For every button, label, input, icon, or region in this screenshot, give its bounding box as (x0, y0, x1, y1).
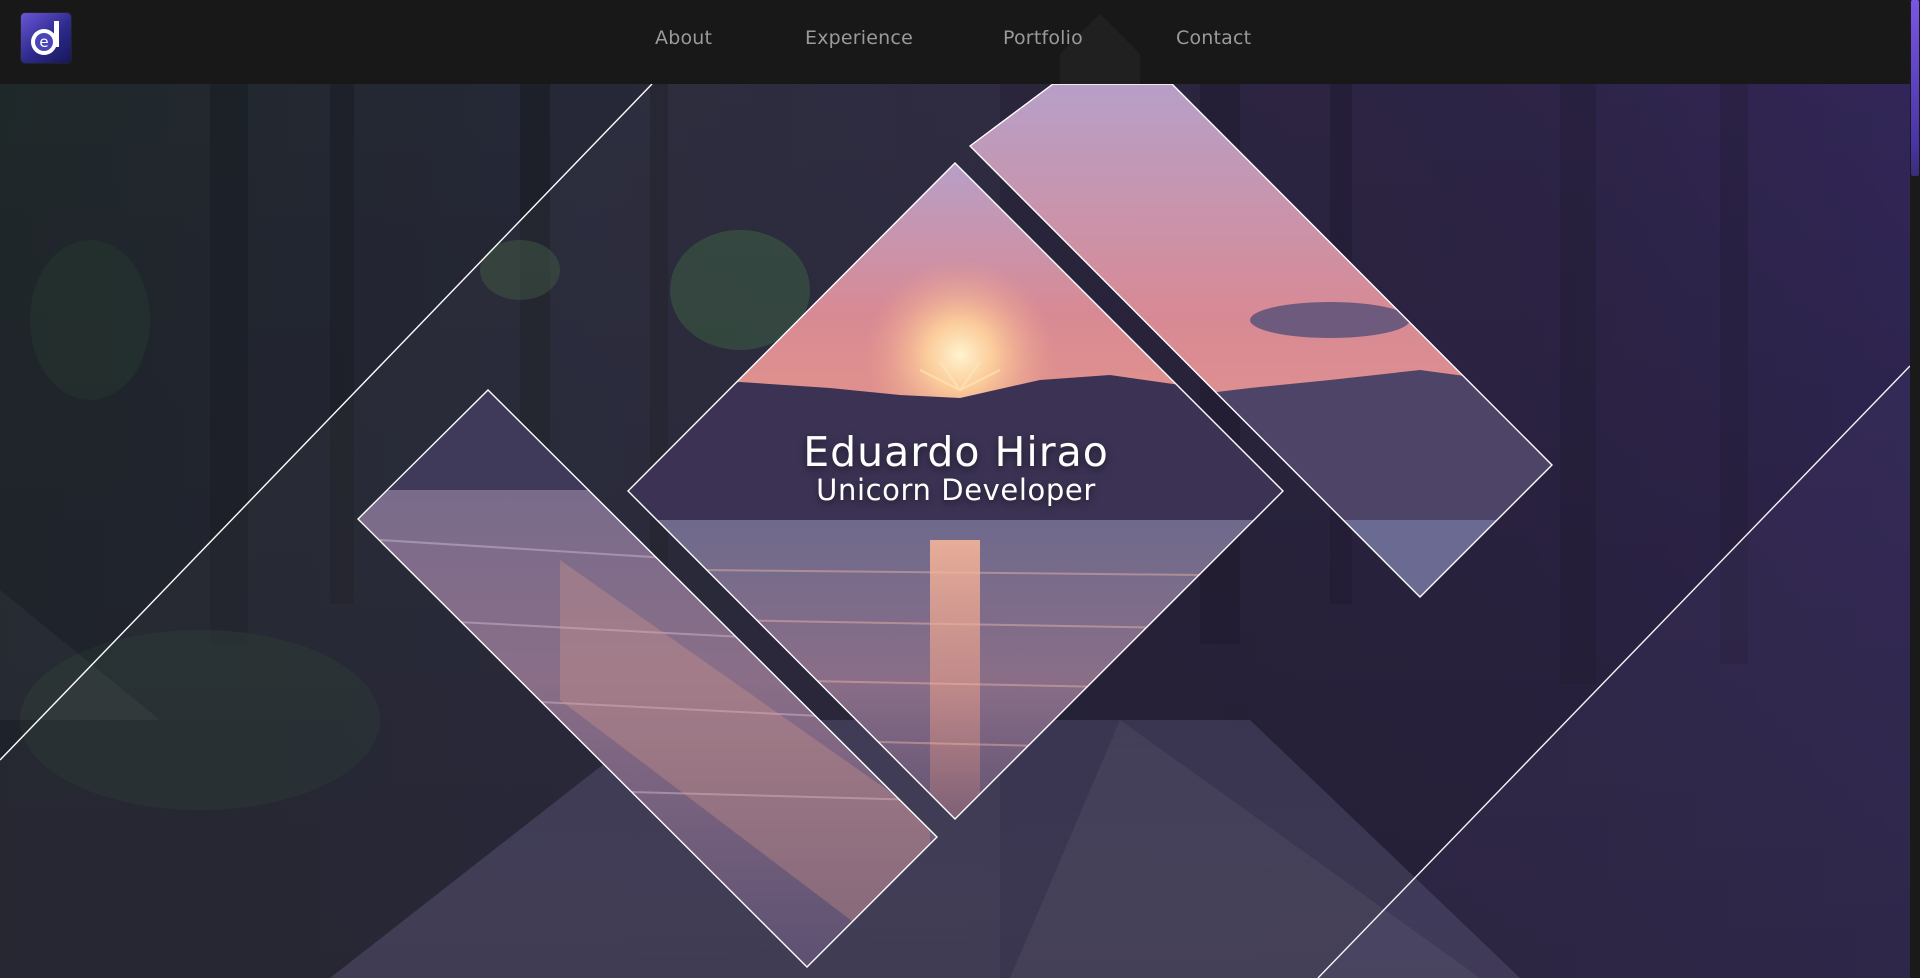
page-scrollbar[interactable] (1910, 0, 1920, 978)
main-navigation: About Experience Portfolio Contact (0, 0, 1910, 84)
hero-name: Eduardo Hirao (803, 428, 1109, 476)
nav-experience-link[interactable]: Experience (805, 27, 913, 49)
nav-portfolio-link[interactable]: Portfolio (1003, 27, 1083, 49)
nav-contact-link[interactable]: Contact (1176, 27, 1251, 49)
hero-section: Eduardo Hirao Unicorn Developer (0, 84, 1910, 978)
scrollbar-thumb[interactable] (1911, 0, 1919, 176)
nav-about-link[interactable]: About (655, 27, 712, 49)
hero-graphic (0, 84, 1910, 978)
top-navbar: e About Experience Portfolio Contact (0, 0, 1910, 84)
hero-title: Unicorn Developer (816, 473, 1096, 507)
